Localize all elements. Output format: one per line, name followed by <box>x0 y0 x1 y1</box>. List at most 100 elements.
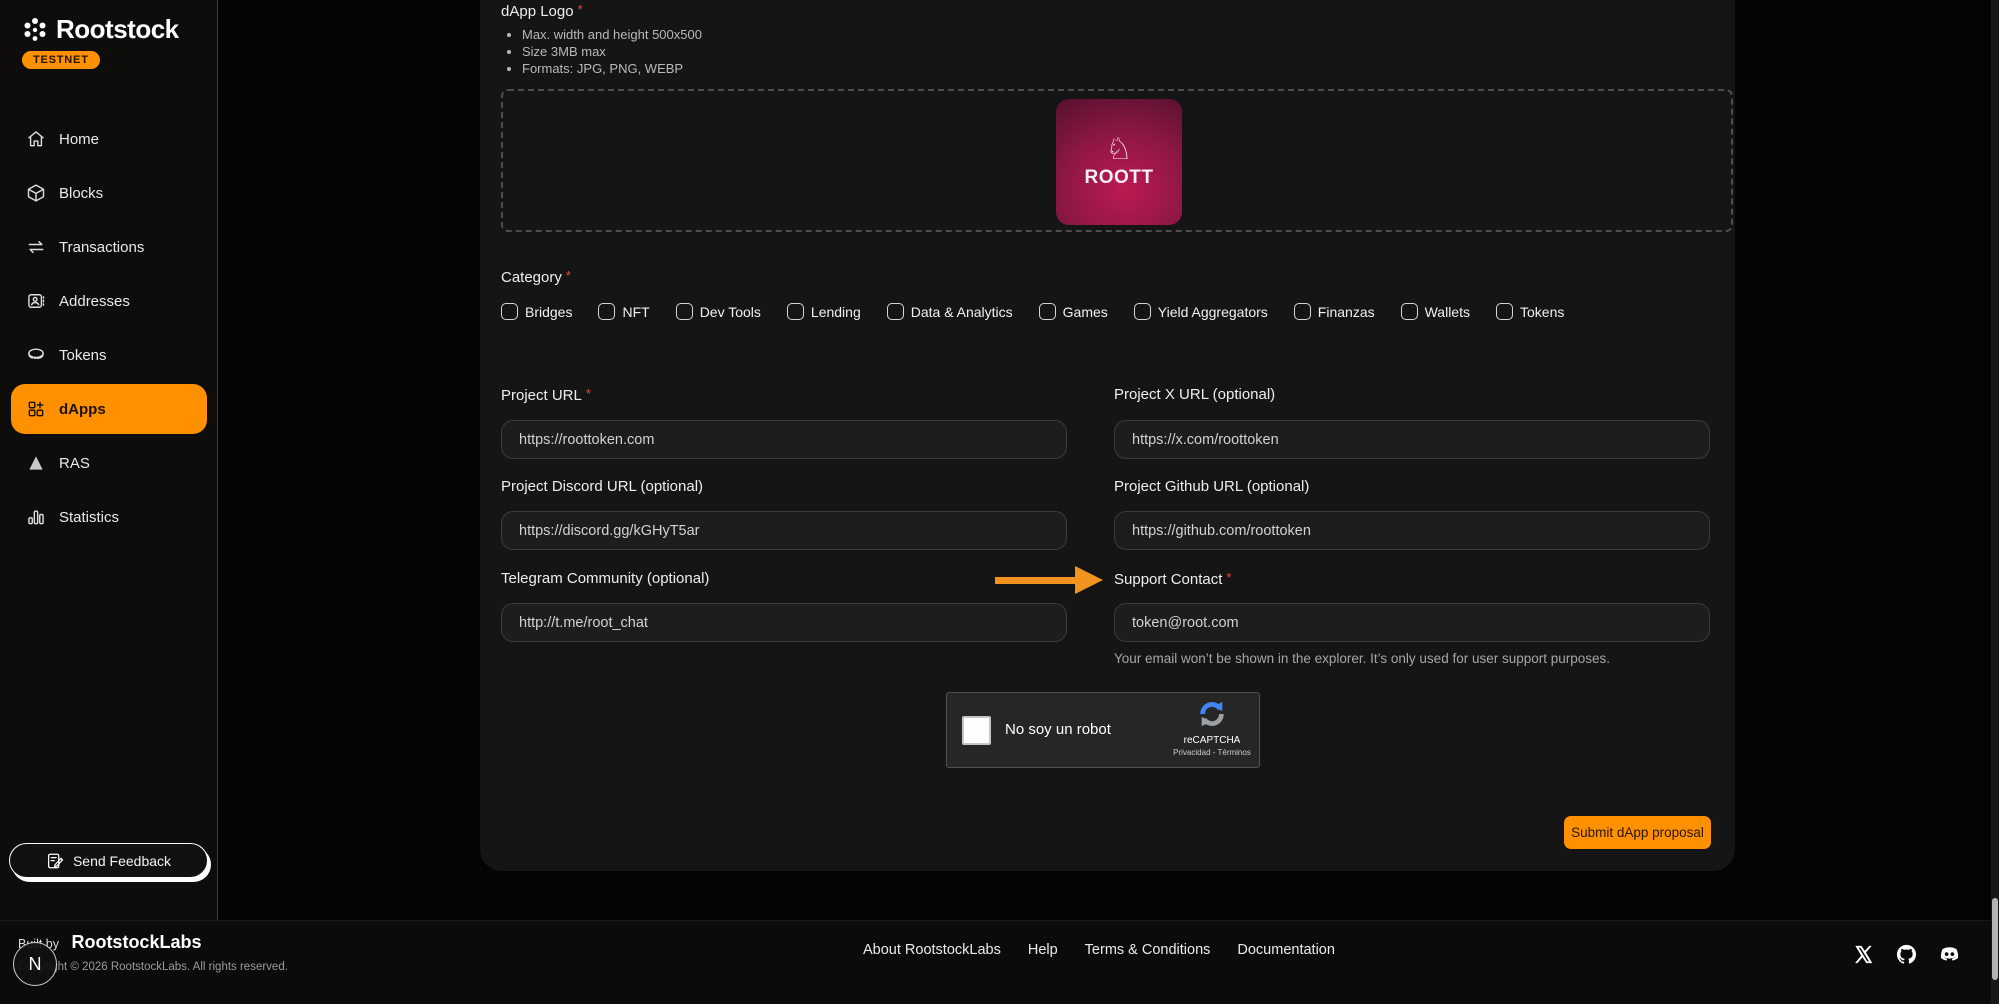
footer-link-help[interactable]: Help <box>1028 942 1058 958</box>
addresses-icon <box>26 291 46 311</box>
brand-name: Rootstock <box>56 14 179 45</box>
logo-dropzone[interactable]: ♘ ROOTT <box>501 89 1733 232</box>
category-checkbox-dev-tools[interactable]: Dev Tools <box>676 303 761 320</box>
telegram-community-input[interactable] <box>501 603 1067 642</box>
statistics-icon <box>26 507 46 527</box>
dapp-logo-label: dApp Logo* <box>501 2 583 20</box>
sidebar-item-tokens[interactable]: Tokens <box>0 328 218 382</box>
required-asterisk: * <box>578 2 583 17</box>
sidebar-nav: Home Blocks Transactions Addresses Token… <box>0 112 218 544</box>
recaptcha-checkbox[interactable] <box>962 716 991 745</box>
project-url-label: Project URL* <box>501 386 1067 404</box>
arrow-tail <box>995 577 1077 584</box>
required-asterisk: * <box>586 386 591 401</box>
sidebar: Rootstock TESTNET Home Blocks Transactio… <box>0 0 218 920</box>
arrow-head <box>1075 566 1103 594</box>
support-contact-label: Support Contact* <box>1114 570 1710 588</box>
testnet-badge: TESTNET <box>22 51 100 69</box>
category-checkbox-wallets[interactable]: Wallets <box>1401 303 1470 320</box>
submit-dapp-proposal-button[interactable]: Submit dApp proposal <box>1564 816 1711 849</box>
sidebar-item-label: Tokens <box>59 347 107 364</box>
recaptcha-branding: reCAPTCHA Privacidad - Términos <box>1171 699 1253 757</box>
required-asterisk: * <box>566 268 571 283</box>
recaptcha-icon <box>1197 699 1227 729</box>
footer: Built by RootstockLabs Copyright © 2026 … <box>0 920 1999 1004</box>
sidebar-item-label: Transactions <box>59 239 144 256</box>
logo-rule: Max. width and height 500x500 <box>522 26 702 43</box>
category-checkbox-games[interactable]: Games <box>1039 303 1108 320</box>
logo-preview-text: ROOTT <box>1085 167 1154 189</box>
sidebar-item-label: Addresses <box>59 293 130 310</box>
project-x-url-label: Project X URL (optional) <box>1114 386 1710 403</box>
category-checkbox-tokens[interactable]: Tokens <box>1496 303 1564 320</box>
sidebar-item-addresses[interactable]: Addresses <box>0 274 218 328</box>
footer-company-name: RootstockLabs <box>71 932 201 952</box>
tokens-icon <box>26 345 46 365</box>
dapp-proposal-form: dApp Logo* Max. width and height 500x500… <box>480 0 1735 871</box>
send-feedback-label: Send Feedback <box>73 853 171 869</box>
brand-logo[interactable]: Rootstock TESTNET <box>22 14 179 69</box>
category-options: Bridges NFT Dev Tools Lending Data & Ana… <box>501 303 1564 320</box>
knight-chess-icon: ♘ <box>1106 135 1133 165</box>
telegram-community-label: Telegram Community (optional) <box>501 570 1067 587</box>
scrollbar-thumb[interactable] <box>1992 898 1998 980</box>
home-icon <box>26 129 46 149</box>
sidebar-item-dapps[interactable]: dApps <box>11 384 207 434</box>
recaptcha-widget: No soy un robot reCAPTCHA Privacidad - T… <box>946 692 1260 768</box>
sidebar-item-transactions[interactable]: Transactions <box>0 220 218 274</box>
logo-preview: ♘ ROOTT <box>1056 99 1182 225</box>
category-checkbox-yield-aggregators[interactable]: Yield Aggregators <box>1134 303 1268 320</box>
sidebar-item-label: Statistics <box>59 509 119 526</box>
dapp-logo-rules: Max. width and height 500x500 Size 3MB m… <box>522 26 702 77</box>
sidebar-item-statistics[interactable]: Statistics <box>0 490 218 544</box>
footer-brand-block: Built by RootstockLabs Copyright © 2026 … <box>18 932 288 973</box>
feedback-icon <box>46 852 64 870</box>
github-icon[interactable] <box>1895 943 1918 966</box>
recaptcha-privacy-terms-links[interactable]: Privacidad - Términos <box>1171 748 1253 757</box>
discord-icon[interactable] <box>1938 943 1961 966</box>
sidebar-item-label: dApps <box>59 401 106 418</box>
logo-rule: Size 3MB max <box>522 43 702 60</box>
sidebar-item-blocks[interactable]: Blocks <box>0 166 218 220</box>
category-label: Category* <box>501 268 571 286</box>
footer-link-terms[interactable]: Terms & Conditions <box>1085 942 1211 958</box>
project-x-url-input[interactable] <box>1114 420 1710 459</box>
arrow-annotation <box>995 566 1103 594</box>
sidebar-item-label: Blocks <box>59 185 103 202</box>
send-feedback-button[interactable]: Send Feedback <box>9 843 208 878</box>
n-overlay-badge[interactable]: N <box>13 942 57 986</box>
transactions-icon <box>26 237 46 257</box>
ras-icon <box>26 453 46 473</box>
category-checkbox-lending[interactable]: Lending <box>787 303 861 320</box>
footer-links: About RootstockLabs Help Terms & Conditi… <box>863 942 1335 958</box>
category-checkbox-nft[interactable]: NFT <box>598 303 649 320</box>
copyright-text: Copyright © 2026 RootstockLabs. All righ… <box>18 961 288 973</box>
recaptcha-checkbox-label: No soy un robot <box>1005 721 1111 738</box>
project-url-input[interactable] <box>501 420 1067 459</box>
support-contact-input[interactable] <box>1114 603 1710 642</box>
footer-link-about[interactable]: About RootstockLabs <box>863 942 1001 958</box>
footer-social-icons <box>1852 943 1961 966</box>
category-checkbox-data-analytics[interactable]: Data & Analytics <box>887 303 1013 320</box>
project-github-url-input[interactable] <box>1114 511 1710 550</box>
category-checkbox-finanzas[interactable]: Finanzas <box>1294 303 1375 320</box>
project-github-url-label: Project Github URL (optional) <box>1114 478 1710 495</box>
sidebar-item-ras[interactable]: RAS <box>0 436 218 490</box>
scrollbar-track[interactable] <box>1991 0 1999 1004</box>
sidebar-item-label: RAS <box>59 455 90 472</box>
blocks-icon <box>26 183 46 203</box>
category-checkbox-bridges[interactable]: Bridges <box>501 303 572 320</box>
x-icon[interactable] <box>1852 943 1875 966</box>
sidebar-item-home[interactable]: Home <box>0 112 218 166</box>
logo-rule: Formats: JPG, PNG, WEBP <box>522 60 702 77</box>
rootstock-flower-icon <box>22 17 48 43</box>
project-discord-url-input[interactable] <box>501 511 1067 550</box>
sidebar-item-label: Home <box>59 131 99 148</box>
footer-link-documentation[interactable]: Documentation <box>1237 942 1335 958</box>
required-asterisk: * <box>1226 570 1231 585</box>
page: Rootstock TESTNET Home Blocks Transactio… <box>0 0 1999 1004</box>
recaptcha-brand-name: reCAPTCHA <box>1171 735 1253 746</box>
support-contact-helper: Your email won’t be shown in the explore… <box>1114 651 1610 666</box>
dapps-icon <box>26 399 46 419</box>
project-discord-url-label: Project Discord URL (optional) <box>501 478 1067 495</box>
